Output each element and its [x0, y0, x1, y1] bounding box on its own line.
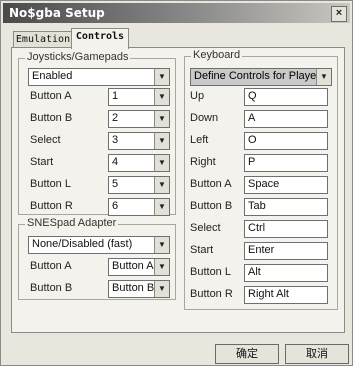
ok-button[interactable]: 确定 — [215, 344, 279, 364]
joystick-button-b-dropdown[interactable]: 2 ▼ — [108, 110, 170, 128]
joystick-button-l-value: 5 — [112, 178, 119, 190]
close-button[interactable]: × — [331, 6, 347, 22]
chevron-down-icon: ▼ — [316, 69, 331, 85]
joystick-button-r-label: Button R — [30, 200, 73, 212]
key-down-field[interactable]: A — [244, 110, 328, 128]
joystick-select-dropdown[interactable]: 3 ▼ — [108, 132, 170, 150]
snespad-button-b-label: Button B — [30, 282, 73, 294]
chevron-down-icon: ▼ — [154, 199, 169, 215]
tab-emulation[interactable]: Emulation — [13, 31, 73, 48]
key-button-b-value: Tab — [248, 200, 266, 212]
tab-controls[interactable]: Controls — [71, 28, 129, 49]
window-title: No$gba Setup — [9, 6, 105, 20]
key-down-label: Down — [190, 112, 219, 124]
snespad-group-title: SNESpad Adapter — [25, 217, 119, 229]
key-right-value: P — [248, 156, 256, 168]
joystick-button-r-dropdown[interactable]: 6 ▼ — [108, 198, 170, 216]
keyboard-group-title: Keyboard — [191, 49, 243, 61]
chevron-down-icon: ▼ — [154, 89, 169, 105]
snespad-mode-dropdown[interactable]: None/Disabled (fast) ▼ — [28, 236, 170, 254]
controls-panel: Joysticks/Gamepads Enabled ▼ Button A 1 … — [11, 47, 345, 333]
chevron-down-icon: ▼ — [154, 133, 169, 149]
joystick-button-a-label: Button A — [30, 90, 72, 102]
chevron-down-icon: ▼ — [154, 237, 169, 253]
key-start-field[interactable]: Enter — [244, 242, 328, 260]
key-button-l-field[interactable]: Alt — [244, 264, 328, 282]
key-button-l-value: Alt — [248, 266, 261, 278]
key-button-b-field[interactable]: Tab — [244, 198, 328, 216]
joystick-button-a-value: 1 — [112, 90, 119, 102]
joystick-button-b-value: 2 — [112, 112, 119, 124]
chevron-down-icon: ▼ — [154, 111, 169, 127]
joystick-group-title: Joysticks/Gamepads — [25, 51, 131, 63]
key-button-b-label: Button B — [190, 200, 233, 212]
chevron-down-icon: ▼ — [154, 155, 169, 171]
joystick-mode-dropdown[interactable]: Enabled ▼ — [28, 68, 170, 86]
chevron-down-icon: ▼ — [154, 177, 169, 193]
key-down-value: A — [248, 112, 256, 124]
snespad-button-a-value: Button A — [112, 260, 154, 272]
chevron-down-icon: ▼ — [154, 259, 169, 275]
joystick-button-l-label: Button L — [30, 178, 71, 190]
key-left-label: Left — [190, 134, 209, 146]
key-up-field[interactable]: Q — [244, 88, 328, 106]
key-up-value: Q — [248, 90, 257, 102]
key-right-label: Right — [190, 156, 216, 168]
snespad-button-a-dropdown[interactable]: Button A ▼ — [108, 258, 170, 276]
joystick-button-a-dropdown[interactable]: 1 ▼ — [108, 88, 170, 106]
cancel-button[interactable]: 取消 — [285, 344, 349, 364]
joystick-button-b-label: Button B — [30, 112, 73, 124]
snespad-mode-value: None/Disabled (fast) — [32, 238, 133, 250]
snespad-button-b-dropdown[interactable]: Button B ▼ — [108, 280, 170, 298]
joystick-mode-value: Enabled — [32, 70, 73, 82]
key-start-value: Enter — [248, 244, 275, 256]
key-left-value: O — [248, 134, 257, 146]
joystick-select-value: 3 — [112, 134, 119, 146]
key-select-label: Select — [190, 222, 221, 234]
key-button-r-field[interactable]: Right Alt — [244, 286, 328, 304]
key-up-label: Up — [190, 90, 205, 102]
key-left-field[interactable]: O — [244, 132, 328, 150]
snespad-button-b-value: Button B — [112, 282, 155, 294]
key-button-a-label: Button A — [190, 178, 232, 190]
keyboard-player-value: Define Controls for Player 1 — [194, 70, 330, 82]
keyboard-player-dropdown[interactable]: Define Controls for Player 1 ▼ — [190, 68, 332, 86]
joystick-start-label: Start — [30, 156, 54, 168]
joystick-button-l-dropdown[interactable]: 5 ▼ — [108, 176, 170, 194]
key-button-r-label: Button R — [190, 288, 233, 300]
chevron-down-icon: ▼ — [154, 281, 169, 297]
snespad-button-a-label: Button A — [30, 260, 72, 272]
joystick-button-r-value: 6 — [112, 200, 119, 212]
joystick-start-value: 4 — [112, 156, 119, 168]
key-button-a-field[interactable]: Space — [244, 176, 328, 194]
key-button-l-label: Button L — [190, 266, 231, 278]
key-button-a-value: Space — [248, 178, 280, 190]
key-start-label: Start — [190, 244, 214, 256]
setup-window: No$gba Setup × Emulation Controls Joysti… — [0, 0, 353, 366]
title-bar[interactable]: No$gba Setup × — [3, 3, 350, 23]
key-select-value: Ctrl — [248, 222, 266, 234]
key-select-field[interactable]: Ctrl — [244, 220, 328, 238]
chevron-down-icon: ▼ — [154, 69, 169, 85]
key-button-r-value: Right Alt — [248, 288, 289, 300]
key-right-field[interactable]: P — [244, 154, 328, 172]
joystick-start-dropdown[interactable]: 4 ▼ — [108, 154, 170, 172]
joystick-select-label: Select — [30, 134, 61, 146]
